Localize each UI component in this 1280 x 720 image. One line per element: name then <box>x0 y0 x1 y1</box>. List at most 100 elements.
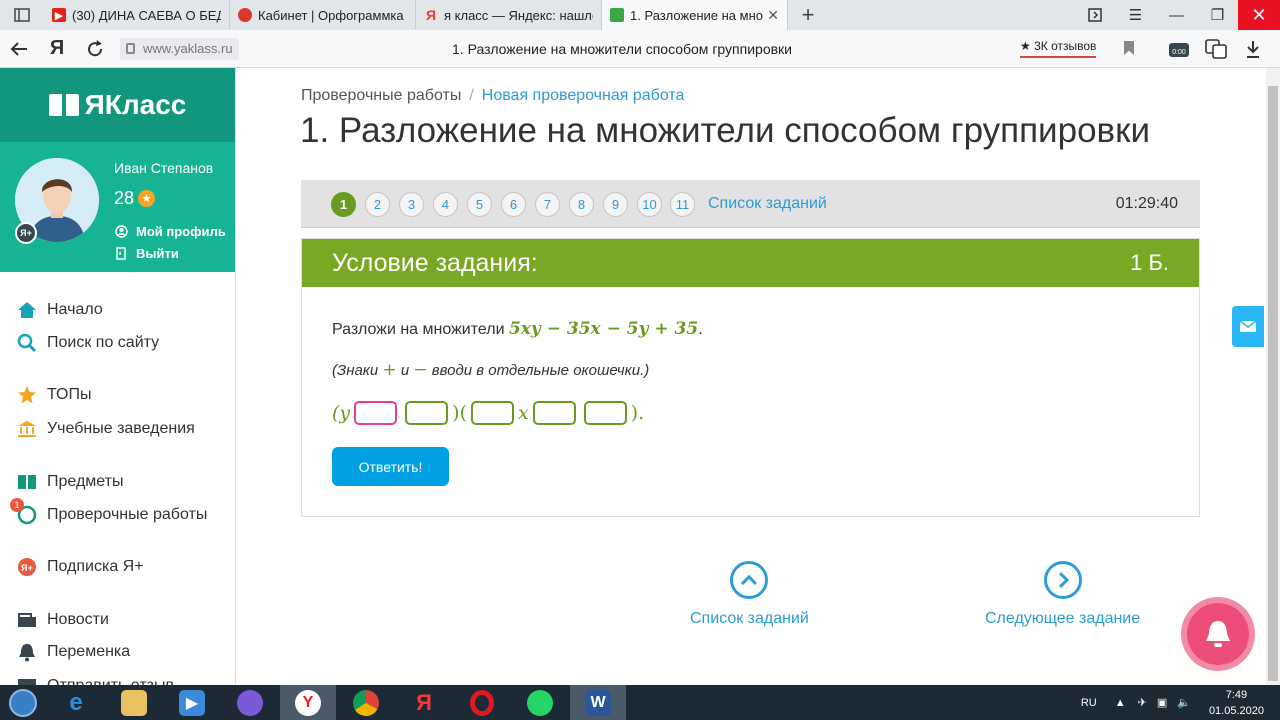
whatsapp-icon <box>527 689 553 716</box>
yandex-home-icon[interactable]: Я <box>38 30 76 68</box>
task-list-link[interactable]: Список заданий <box>708 195 827 213</box>
question-number[interactable]: 11 <box>670 192 695 217</box>
menu-icon[interactable]: ☰ <box>1115 0 1156 30</box>
sidebar-item-news[interactable]: Новости <box>16 608 109 632</box>
question-number[interactable]: 7 <box>535 192 560 217</box>
reload-button[interactable] <box>76 30 114 68</box>
question-number[interactable]: 5 <box>467 192 492 217</box>
answer-input-3[interactable] <box>470 401 514 425</box>
taskbar-word[interactable]: W <box>570 685 626 720</box>
logout-link[interactable]: Выйти <box>114 246 179 261</box>
question-number[interactable]: 4 <box>433 192 458 217</box>
task-header-title: Условие задания: <box>332 248 538 277</box>
language-indicator[interactable]: RU <box>1081 697 1097 709</box>
bookmark-icon[interactable] <box>1124 41 1134 55</box>
yandex-icon: Я <box>425 7 437 23</box>
profile-icon <box>114 225 128 239</box>
internet-explorer-icon: e <box>69 688 83 716</box>
taskbar-viber[interactable] <box>222 685 278 720</box>
opera-icon <box>470 689 494 716</box>
clock[interactable]: 7:49 01.05.2020 <box>1209 687 1264 719</box>
task-header: Условие задания: 1 Б. <box>302 239 1199 287</box>
back-button[interactable] <box>0 30 38 68</box>
question-number[interactable]: 2 <box>365 192 390 217</box>
mail-icon <box>1239 320 1257 332</box>
taskbar-opera[interactable] <box>454 685 510 720</box>
feedback-mail-button[interactable] <box>1232 306 1264 347</box>
sidebar-item-institutions[interactable]: Учебные заведения <box>16 417 195 441</box>
taskbar-explorer[interactable] <box>106 685 162 720</box>
my-profile-link[interactable]: Мой профиль <box>114 224 226 239</box>
user-name[interactable]: Иван Степанов <box>114 160 213 176</box>
user-points: 28 ★ <box>114 188 156 209</box>
scrollbar-thumb[interactable] <box>1268 86 1278 681</box>
tray-app-icon[interactable]: ✈ <box>1138 696 1147 709</box>
question-number[interactable]: 10 <box>637 192 662 217</box>
answer-text: x <box>517 402 529 424</box>
taskbar-media[interactable]: ▶ <box>164 685 220 720</box>
sidebar-item-break[interactable]: Переменка <box>16 640 130 664</box>
page-scrollbar[interactable] <box>1266 68 1280 685</box>
taskbar-yandex-browser[interactable]: Y <box>280 685 336 720</box>
tray-expand-icon[interactable]: ▲ <box>1115 697 1126 709</box>
site-logo[interactable]: ЯКласс <box>0 68 235 142</box>
question-number[interactable]: 3 <box>399 192 424 217</box>
task-list-nav[interactable]: Список заданий <box>690 561 809 628</box>
subscription-icon: Я+ <box>16 556 38 578</box>
answer-text: ). <box>630 402 645 424</box>
answer-input-4[interactable] <box>532 401 576 425</box>
taskbar-yandex[interactable]: Я <box>396 685 452 720</box>
task-panel: Условие задания: 1 Б. Разложи на множите… <box>301 238 1200 517</box>
submit-button[interactable]: Ответить! <box>332 447 449 486</box>
feedback-icon <box>16 675 38 685</box>
download-counter: 0:00 <box>1172 49 1186 56</box>
browser-tab[interactable]: ▶ (30) ДИНА САЕВА О БЕДНО <box>44 0 230 30</box>
notifications-button[interactable] <box>1181 597 1255 671</box>
answer-input-2[interactable] <box>405 401 449 425</box>
question-number-current[interactable]: 1 <box>331 192 356 217</box>
sidebar-item-home[interactable]: Начало <box>16 298 103 322</box>
question-number[interactable]: 6 <box>501 192 526 217</box>
network-icon[interactable]: ▣ <box>1157 696 1167 709</box>
sidebar-item-tests[interactable]: 1 Проверочные работы <box>10 498 207 527</box>
reviews-badge[interactable]: ★ 3К отзывов <box>1020 39 1097 58</box>
question-number[interactable]: 9 <box>603 192 628 217</box>
downloads-timer-icon[interactable]: 0:00 <box>1166 36 1192 62</box>
sidebar-item-tops[interactable]: ТОПы <box>16 383 92 407</box>
browser-tab-active[interactable]: 1. Разложение на множ ✕ <box>602 0 788 30</box>
address-bar: Я www.yaklass.ru 1. Разложение на множит… <box>0 30 1280 68</box>
browser-tab[interactable]: Кабинет | Орфограммка <box>230 0 416 30</box>
math-expression: 5xy − 35x − 5y + 35 <box>508 319 699 339</box>
browser-tab[interactable]: Я я класс — Яндекс: нашлось <box>416 0 602 30</box>
sidebar-item-subscription[interactable]: Я+ Подписка Я+ <box>16 555 144 579</box>
url-field[interactable]: www.yaklass.ru <box>120 37 239 60</box>
volume-icon[interactable]: 🔈 <box>1177 696 1191 709</box>
answer-row: (y )( x ). <box>332 400 644 426</box>
answer-input-1[interactable] <box>354 401 398 425</box>
breadcrumb-new-test[interactable]: Новая проверочная работа <box>482 87 685 104</box>
sidebar-item-label: Отправить отзыв <box>47 677 174 685</box>
question-number[interactable]: 8 <box>569 192 594 217</box>
window-close-icon[interactable]: ✕ <box>1238 0 1280 30</box>
start-button[interactable] <box>0 685 46 720</box>
tabs-sidebar-button[interactable] <box>0 0 44 30</box>
new-tab-button[interactable]: + <box>788 0 828 30</box>
sidebar-item-label: Начало <box>47 301 103 318</box>
taskbar-chrome[interactable] <box>338 685 394 720</box>
taskbar-ie[interactable]: e <box>48 685 104 720</box>
answer-input-5[interactable] <box>583 401 627 425</box>
close-tab-icon[interactable]: ✕ <box>767 7 779 24</box>
taskbar-whatsapp[interactable] <box>512 685 568 720</box>
breadcrumb-tests[interactable]: Проверочные работы <box>301 87 461 104</box>
bookmarks-icon[interactable] <box>1074 0 1115 30</box>
download-icon[interactable] <box>1240 36 1266 62</box>
sidebar-item-subjects[interactable]: Предметы <box>16 470 123 494</box>
url-text: www.yaklass.ru <box>143 41 233 56</box>
next-task-nav[interactable]: Следующее задание <box>985 561 1140 628</box>
sidebar-item-search[interactable]: Поиск по сайту <box>16 331 159 355</box>
translate-icon[interactable] <box>1203 36 1229 62</box>
chevron-right-icon <box>1043 561 1082 599</box>
sidebar-item-feedback[interactable]: Отправить отзыв <box>16 674 174 685</box>
restore-icon[interactable]: ❐ <box>1197 0 1238 30</box>
minimize-icon[interactable]: — <box>1156 0 1197 30</box>
